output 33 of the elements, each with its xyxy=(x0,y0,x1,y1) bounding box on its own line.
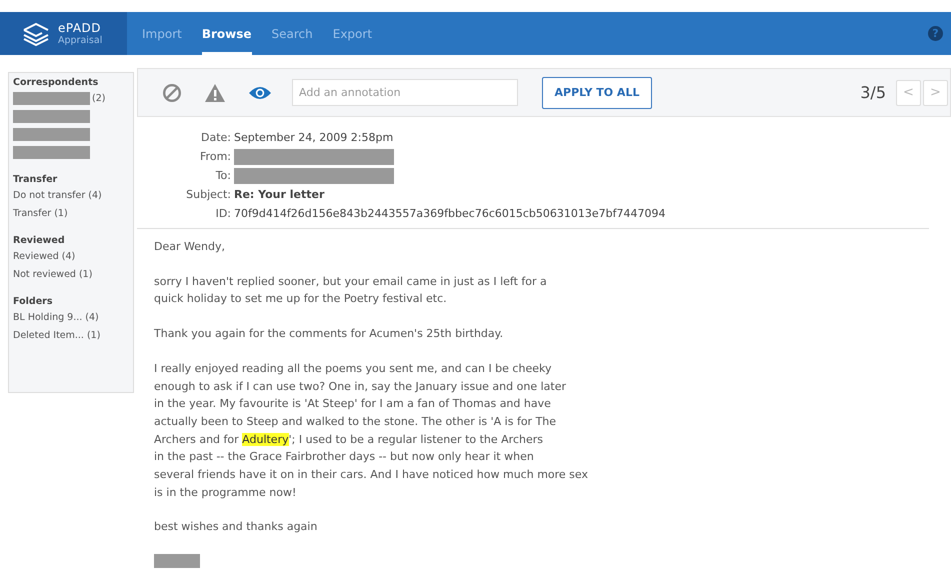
facet-heading: Reviewed xyxy=(13,235,66,246)
message-paragraph: I really enjoyed reading all the poems you sent me, and can I be cheeky enough to ask if I can use two? One in, say the January issue and one later in the year. My favourite is 'At Steep' for I am a fan of Thomas and have actually been to Steep and walked to the stone. The other is 'A is for The Archers and for Adultery'; I used to be a regular listener to the Archers in the past -- the Grace Fairbrother days -- but now only hear it when several friends have it on in their cars. And I have noticed how much more sex is in the programme now! xyxy=(154,360,590,501)
warning-icon[interactable] xyxy=(204,82,226,102)
message-paragraph: sorry I haven't replied sooner, but your email came in just as I left for a quick holiday to set me up for the Poetry festival etc. xyxy=(154,274,548,308)
field-label: Date: xyxy=(200,131,232,144)
nav-tab[interactable]: Browse xyxy=(202,12,252,55)
facet-link[interactable]: Not reviewed (1) xyxy=(13,269,92,280)
message-paragraph: Dear Wendy, xyxy=(154,239,226,255)
field-value: Re: Your letter xyxy=(234,188,324,201)
facet-heading: Transfer xyxy=(13,174,58,185)
field-label: Subject: xyxy=(185,188,232,201)
apply-to-all-button[interactable]: APPLY TO ALL xyxy=(542,76,652,108)
message-paragraph: Thank you again for the comments for Acumen's 25th birthday. xyxy=(154,326,504,342)
prohibited-icon[interactable] xyxy=(162,82,182,102)
field-value: September 24, 2009 2:58pm xyxy=(234,131,394,144)
field-label: To: xyxy=(214,169,232,182)
field-label: ID: xyxy=(214,207,232,220)
facet-link[interactable]: (2) xyxy=(92,93,106,104)
logo-subtitle: Appraisal xyxy=(58,36,102,46)
facet-heading: Folders xyxy=(13,296,54,307)
logo-wordmark: ePADD xyxy=(58,22,102,34)
eye-icon[interactable] xyxy=(248,84,272,100)
message-position: 3/5 xyxy=(860,83,886,102)
facet-link[interactable]: Transfer (1) xyxy=(13,208,68,219)
facet-link[interactable]: Reviewed (4) xyxy=(13,251,76,262)
field-value: 70f9d414f26d156e843b2443557a369fbbec76c6015cb50631013e7bf7447094 xyxy=(234,207,666,220)
facet-link[interactable]: Deleted Item... (1) xyxy=(13,330,100,341)
facet-link[interactable]: Do not transfer (4) xyxy=(13,190,102,201)
annotation-field[interactable]: Add an annotation xyxy=(292,79,518,106)
message-paragraph: best wishes and thanks again xyxy=(154,519,318,536)
field-label: From: xyxy=(199,150,232,163)
facet-link[interactable]: BL Holding 9... (4) xyxy=(13,312,99,323)
facet-heading: Correspondents xyxy=(13,77,100,88)
